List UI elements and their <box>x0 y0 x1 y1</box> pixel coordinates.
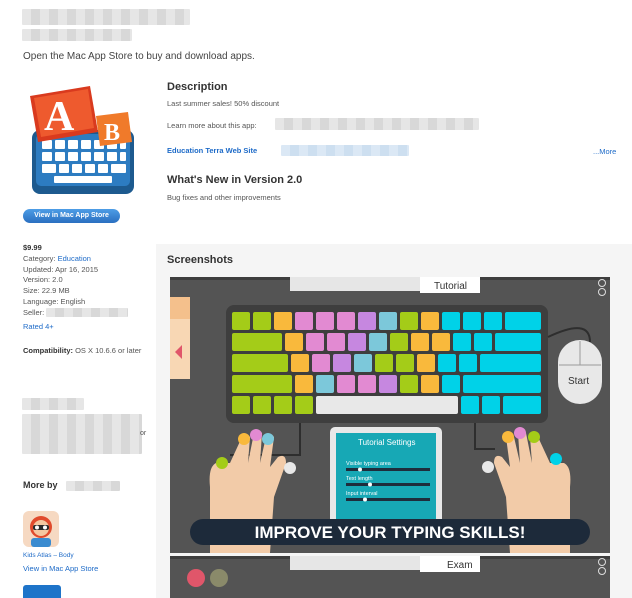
description-heading: Description <box>167 81 228 93</box>
icon-letter-b: B <box>104 120 120 146</box>
screenshots-heading: Screenshots <box>167 254 234 266</box>
icon-letter-a: A <box>44 94 75 140</box>
improve-banner-text: IMPROVE YOUR TYPING SKILLS! <box>255 523 526 542</box>
more-link[interactable]: ...More <box>593 147 616 156</box>
redacted-developer <box>22 29 132 41</box>
more-by-heading: More by <box>23 480 58 490</box>
redacted-developer-name <box>66 481 120 491</box>
tab-tutorial-label: Tutorial <box>434 281 467 292</box>
settings-row-2: Text length <box>346 476 373 482</box>
screenshot-exam[interactable]: Exam <box>170 556 610 598</box>
category-label: Category: <box>23 253 56 263</box>
next-app-icon[interactable] <box>23 585 61 598</box>
app-info: $9.99 Category: Education Updated: Apr 1… <box>23 243 143 357</box>
kids-atlas-app-icon[interactable] <box>23 511 59 547</box>
redacted-app-title <box>22 9 190 25</box>
category-row: Category: Education <box>23 254 143 265</box>
language: Language: English <box>23 296 86 306</box>
view-in-app-store-button[interactable]: View in Mac App Store <box>23 209 120 223</box>
olive-dot-icon <box>210 569 228 587</box>
settings-row-1: Visible typing area <box>346 461 392 467</box>
whats-new-text: Bug fixes and other improvements <box>167 193 281 202</box>
price: $9.99 <box>23 243 42 252</box>
redacted-sidebar-text <box>22 414 142 454</box>
app-icon: A B <box>30 86 134 194</box>
seller-row: Seller: <box>23 308 143 319</box>
whats-new-heading: What's New in Version 2.0 <box>167 174 303 186</box>
tab-exam-label: Exam <box>447 560 473 571</box>
seller-label: Seller: <box>23 307 45 317</box>
screenshot-tutorial[interactable]: Tutorial Start Tutorial Settings Visible… <box>170 277 610 553</box>
view-in-app-store-link[interactable]: View in Mac App Store <box>23 564 98 573</box>
or-text: or <box>140 430 147 437</box>
mouse-start-label: Start <box>568 376 589 387</box>
updated: Updated: Apr 16, 2015 <box>23 264 99 274</box>
redacted-seller <box>46 308 129 318</box>
kids-atlas-label[interactable]: Kids Atlas – Body <box>23 552 74 559</box>
website-link[interactable]: Education Terra Web Site <box>167 146 257 155</box>
compatibility-value: OS X 10.6.6 or later <box>75 346 142 356</box>
description-line-1: Last summer sales! 50% discount <box>167 99 280 108</box>
open-store-message: Open the Mac App Store to buy and downlo… <box>23 51 255 62</box>
keyboard-keys <box>232 312 541 414</box>
rating-link[interactable]: Rated 4+ <box>23 322 54 331</box>
description-line-2: Learn more about this app: <box>167 121 257 130</box>
red-dot-icon <box>187 569 205 587</box>
redacted-sidebar-heading <box>22 398 84 410</box>
category-link[interactable]: Education <box>58 254 91 263</box>
version: Version: 2.0 <box>23 275 63 285</box>
tutorial-settings-title: Tutorial Settings <box>358 438 416 447</box>
redacted-description-link <box>275 118 479 130</box>
redacted-website-url <box>281 145 409 156</box>
settings-row-3: Input interval <box>346 491 378 497</box>
compatibility-label: Compatibility: <box>23 346 73 356</box>
size: Size: 22.9 MB <box>23 286 70 296</box>
